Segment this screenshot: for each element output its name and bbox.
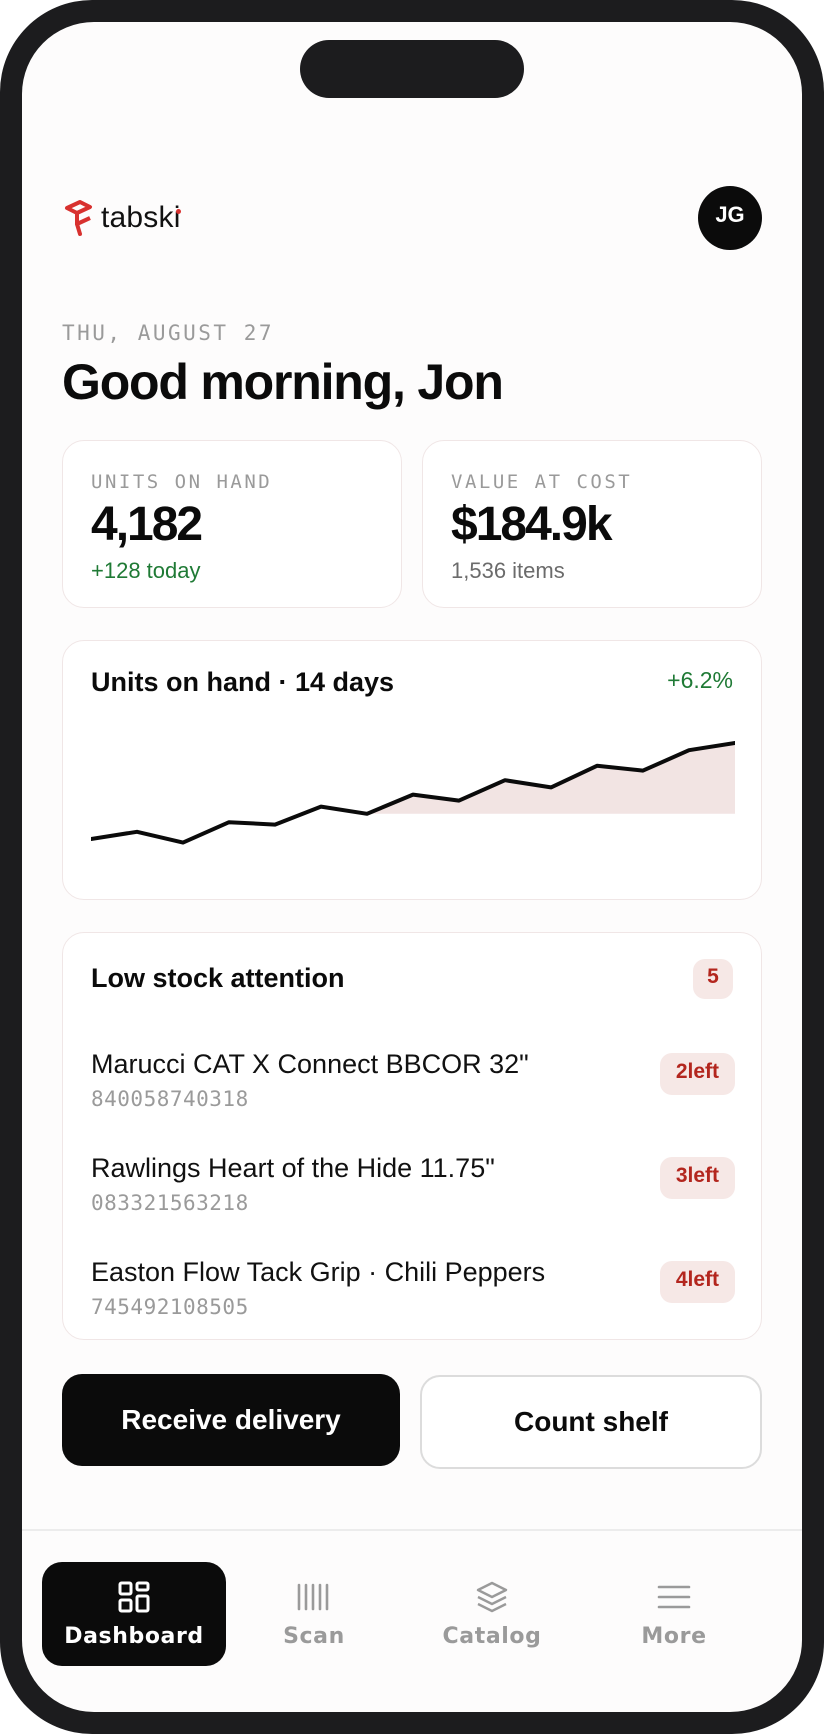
item-barcode: 745492108505 xyxy=(91,1295,249,1319)
tab-label: Scan xyxy=(283,1624,345,1649)
item-name: Easton Flow Tack Grip · Chili Peppers xyxy=(91,1257,546,1287)
layers-icon xyxy=(476,1581,508,1613)
units-on-hand-card[interactable]: UNITS ON HAND 4,182 +128 today xyxy=(62,440,402,608)
tab-scan[interactable]: Scan xyxy=(244,1562,384,1666)
chart-delta: +6.2% xyxy=(667,667,733,693)
avatar-initials: JG xyxy=(715,202,745,227)
avatar[interactable]: JG xyxy=(698,186,762,250)
low-stock-title: Low stock attention xyxy=(91,963,345,993)
brand-dot xyxy=(176,209,181,214)
tabski-logo-icon xyxy=(65,200,92,236)
receive-delivery-button[interactable]: Receive delivery xyxy=(62,1374,400,1466)
low-stock-item[interactable]: Marucci CAT X Connect BBCOR 32" 84005874… xyxy=(91,1049,735,1129)
tab-label: More xyxy=(641,1624,707,1649)
nav-divider xyxy=(22,1529,802,1531)
dynamic-island xyxy=(300,40,524,98)
page-title: Good morning, Jon xyxy=(62,354,504,410)
grid-icon xyxy=(118,1581,150,1613)
stat-item-count: 1,536 items xyxy=(451,558,565,583)
tab-dashboard[interactable]: Dashboard xyxy=(42,1562,226,1666)
tab-label: Dashboard xyxy=(64,1624,204,1649)
stat-label: VALUE AT COST xyxy=(451,471,633,493)
units-line-chart xyxy=(91,741,735,845)
brand-name: tabski xyxy=(101,201,181,234)
low-stock-count: 5 xyxy=(707,965,719,988)
brand-logo[interactable]: tabski xyxy=(64,200,181,236)
tab-more[interactable]: More xyxy=(602,1562,746,1666)
stock-left-badge: 2left xyxy=(659,1053,735,1095)
menu-icon xyxy=(657,1585,691,1609)
low-stock-card: Low stock attention 5 Marucci CAT X Conn… xyxy=(62,932,762,1340)
stat-change: +128 today xyxy=(91,558,201,583)
stat-value: $184.9k xyxy=(451,498,613,551)
item-barcode: 840058740318 xyxy=(91,1087,249,1111)
app-screen: tabski JG THU, AUGUST 27 Good morning, J… xyxy=(22,22,802,1712)
tab-catalog[interactable]: Catalog xyxy=(407,1562,577,1666)
count-shelf-button[interactable]: Count shelf xyxy=(420,1375,762,1469)
item-name: Marucci CAT X Connect BBCOR 32" xyxy=(91,1049,529,1079)
value-at-cost-card[interactable]: VALUE AT COST $184.9k 1,536 items xyxy=(422,440,762,608)
item-name: Rawlings Heart of the Hide 11.75" xyxy=(91,1153,495,1183)
phone-frame: tabski JG THU, AUGUST 27 Good morning, J… xyxy=(0,0,824,1734)
chart-title: Units on hand · 14 days xyxy=(91,667,395,697)
current-date: THU, AUGUST 27 xyxy=(62,321,275,345)
stock-left-badge: 3left xyxy=(659,1157,735,1199)
units-chart-card[interactable]: Units on hand · 14 days +6.2% xyxy=(62,640,762,900)
low-stock-item[interactable]: Easton Flow Tack Grip · Chili Peppers 74… xyxy=(91,1257,735,1337)
low-stock-item[interactable]: Rawlings Heart of the Hide 11.75" 083321… xyxy=(91,1153,735,1233)
barcode-icon xyxy=(297,1583,329,1611)
stat-label: UNITS ON HAND xyxy=(91,471,273,493)
stat-value: 4,182 xyxy=(91,498,203,551)
tab-label: Catalog xyxy=(442,1624,542,1649)
low-stock-count-badge: 5 xyxy=(693,959,733,999)
item-barcode: 083321563218 xyxy=(91,1191,249,1215)
stock-left-badge: 4left xyxy=(659,1261,735,1303)
